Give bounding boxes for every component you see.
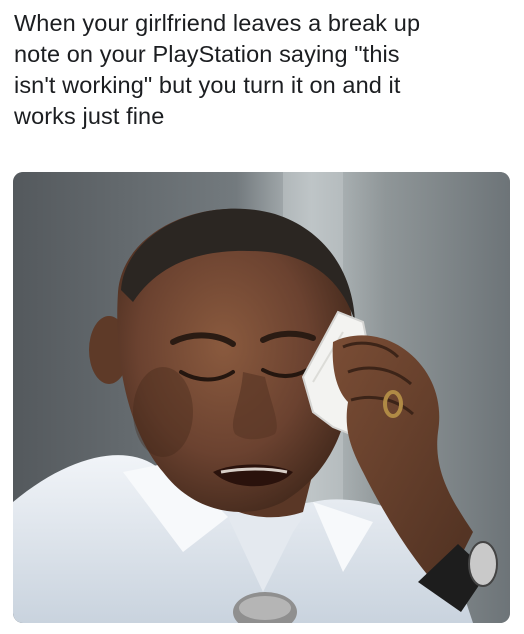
photo-illustration xyxy=(13,172,510,623)
meme-photo xyxy=(13,172,510,623)
meme-caption: When your girlfriend leaves a break up n… xyxy=(14,10,421,129)
meme-post: When your girlfriend leaves a break up n… xyxy=(0,0,524,634)
